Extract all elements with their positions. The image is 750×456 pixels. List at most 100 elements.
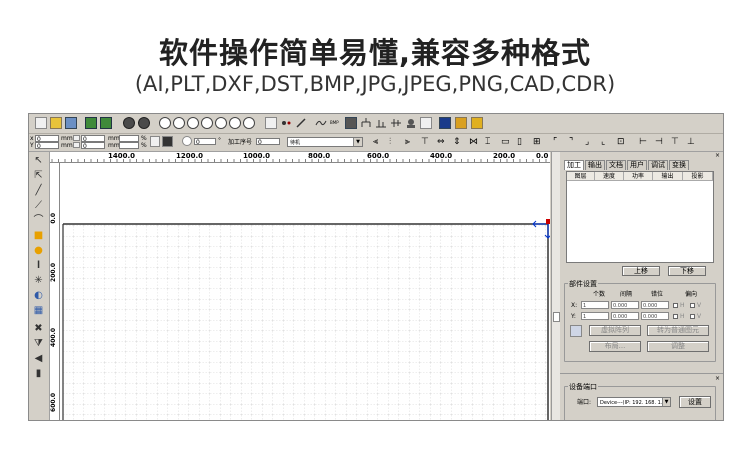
virtual-array-button[interactable]: 虚拟阵列 [589, 325, 641, 336]
rotate-input[interactable]: 0 [194, 138, 216, 146]
rectangle-select-icon[interactable] [265, 117, 277, 129]
y-count-input[interactable]: 1 [581, 312, 609, 320]
zoom-in-icon[interactable] [159, 117, 171, 129]
snowflake-icon[interactable]: ✳ [32, 274, 45, 287]
move-down-button[interactable]: 下移 [668, 266, 706, 276]
curve-draw-icon[interactable]: ⌒ [32, 214, 45, 227]
scrollbar-thumb[interactable] [553, 312, 560, 322]
edge-left-icon[interactable]: ⊢ [639, 136, 651, 148]
align-right-icon[interactable]: ⫸ [405, 136, 417, 148]
tab-transform[interactable]: 变换 [669, 160, 689, 170]
mirror-tool-icon[interactable]: ⧩ [32, 337, 45, 350]
zoom-page-icon[interactable] [201, 117, 213, 129]
redo-icon[interactable] [138, 117, 150, 129]
image-icon[interactable]: ◐ [32, 289, 45, 302]
new-file-icon[interactable] [35, 117, 47, 129]
height-percent-input[interactable] [119, 142, 139, 149]
x-spacing-input[interactable]: 0.000 [611, 301, 639, 309]
edge-bottom-icon[interactable]: ⊥ [687, 136, 699, 148]
node-edit-icon[interactable] [280, 117, 292, 129]
import-icon[interactable] [85, 117, 97, 129]
tab-output[interactable]: 输出 [585, 160, 605, 170]
array-grid-icon[interactable] [570, 325, 582, 337]
corner-br-icon[interactable]: ⌟ [585, 136, 597, 148]
grid-array-icon[interactable]: ▦ [32, 304, 45, 317]
select-arrow-icon[interactable]: ↖ [32, 154, 45, 167]
tab-user[interactable]: 用户 [627, 160, 647, 170]
corner-tr-icon[interactable]: ⌝ [569, 136, 581, 148]
apply-size-icon[interactable] [162, 136, 173, 147]
more-tool-icon[interactable]: ▮ [32, 367, 45, 380]
same-height-icon[interactable]: ▯ [517, 136, 529, 148]
polyline-icon[interactable]: ⟋ [32, 199, 45, 212]
y-offset-input[interactable]: 0.000 [641, 312, 669, 320]
layout-button[interactable]: 布局... [589, 341, 641, 352]
y-coord-input[interactable]: 0 [35, 142, 59, 150]
distribute-h-icon[interactable]: ⇔ [437, 136, 449, 148]
canvas-vertical-scrollbar[interactable] [551, 152, 560, 420]
adjust-button[interactable]: 调整 [647, 341, 709, 352]
tab-process[interactable]: 加工 [564, 160, 584, 170]
x-v-checkbox[interactable] [690, 303, 695, 308]
monitor-icon[interactable] [439, 117, 451, 129]
tree-icon[interactable] [360, 117, 372, 129]
align-bottom-icon[interactable] [375, 117, 387, 129]
align-left-icon[interactable]: ⫷ [373, 136, 385, 148]
zoom-select-icon[interactable] [215, 117, 227, 129]
x-coord-input[interactable]: 0 [35, 135, 59, 143]
mode-select[interactable]: 待机 ▼ [287, 137, 363, 147]
edge-top-icon[interactable]: ⊤ [671, 136, 683, 148]
x-h-checkbox[interactable] [673, 303, 678, 308]
align-middle-icon[interactable] [390, 117, 402, 129]
x-count-input[interactable]: 1 [581, 301, 609, 309]
align-center-icon[interactable]: ⫶ [389, 136, 401, 148]
y-spacing-input[interactable]: 0.000 [611, 312, 639, 320]
close-icon[interactable]: × [715, 152, 720, 159]
move-up-button[interactable]: 上移 [622, 266, 660, 276]
layer-list[interactable]: 图层 速度 功率 输出 投影 [566, 171, 714, 263]
zoom-window-icon[interactable] [243, 117, 255, 129]
save-icon[interactable] [65, 117, 77, 129]
height-input[interactable]: 0 [81, 142, 105, 150]
user-icon[interactable] [405, 117, 417, 129]
distribute-v-icon[interactable]: ⇕ [453, 136, 465, 148]
rotate-icon[interactable] [182, 136, 192, 146]
rectangle-icon[interactable]: ■ [32, 229, 45, 242]
width-percent-input[interactable] [119, 135, 139, 142]
center-icon[interactable]: ⊡ [617, 136, 629, 148]
layer-icon[interactable] [420, 117, 432, 129]
port-settings-button[interactable]: 设置 [679, 396, 711, 408]
zoom-all-icon[interactable] [229, 117, 241, 129]
effect-icon[interactable] [471, 117, 483, 129]
width-input[interactable]: 0 [81, 135, 105, 143]
flip-tool-icon[interactable]: ◀ [32, 352, 45, 365]
curve-icon[interactable] [315, 117, 327, 129]
lock-ratio-icon[interactable] [150, 136, 160, 147]
zoom-fit-icon[interactable] [187, 117, 199, 129]
node-arrow-icon[interactable]: ⇱ [32, 169, 45, 182]
x-offset-input[interactable]: 0.000 [641, 301, 669, 309]
mirror-v-icon[interactable]: ⌶ [485, 136, 497, 148]
line-icon[interactable]: ╱ [32, 184, 45, 197]
grid-fill-icon[interactable] [345, 117, 357, 129]
y-v-checkbox[interactable] [690, 314, 695, 319]
bitmap-icon[interactable]: BMP [330, 117, 342, 129]
align-top-icon[interactable]: ⊤ [421, 136, 433, 148]
open-folder-icon[interactable] [50, 117, 62, 129]
corner-tl-icon[interactable]: ⌜ [553, 136, 565, 148]
ellipse-icon[interactable]: ● [32, 244, 45, 257]
same-width-icon[interactable]: ▭ [501, 136, 513, 148]
text-icon[interactable]: 𝐈 [32, 259, 45, 272]
close-icon[interactable]: × [715, 375, 720, 382]
zoom-out-icon[interactable] [173, 117, 185, 129]
center-page-icon[interactable]: ⊞ [533, 136, 545, 148]
process-seq-input[interactable]: 0 [256, 138, 280, 146]
star-tool-icon[interactable] [455, 117, 467, 129]
tab-debug[interactable]: 调试 [648, 160, 668, 170]
port-select[interactable]: Device---(IP: 192. 168. 1. : ▼ [597, 397, 671, 407]
delete-icon[interactable]: ✖ [32, 322, 45, 335]
y-h-checkbox[interactable] [673, 314, 678, 319]
tab-document[interactable]: 文档 [606, 160, 626, 170]
undo-icon[interactable] [123, 117, 135, 129]
mirror-h-icon[interactable]: ⋈ [469, 136, 481, 148]
